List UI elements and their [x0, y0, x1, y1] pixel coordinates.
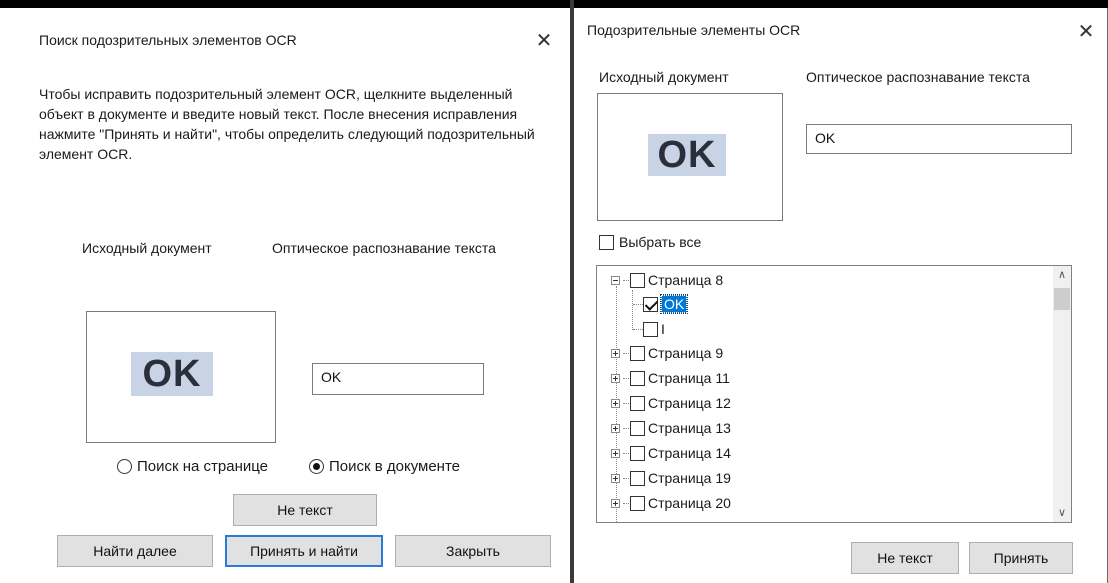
node-label: Страница 11	[648, 370, 730, 386]
tree-connector	[623, 452, 629, 454]
radio-search-page[interactable]: Поиск на странице	[117, 458, 268, 475]
expand-icon[interactable]	[611, 448, 620, 458]
tree-node-page-19[interactable]: Страница 19	[611, 466, 731, 490]
suspect-ocr-elements-dialog: Подозрительные элементы OCR ✕ Исходный д…	[574, 8, 1108, 583]
scroll-up-icon[interactable]: ∧	[1053, 266, 1071, 284]
tree-node-page-13[interactable]: Страница 13	[611, 416, 731, 440]
source-preview: OK	[86, 311, 276, 443]
tree-node-page-11[interactable]: Страница 11	[611, 366, 730, 390]
radio-page-indicator[interactable]	[117, 459, 132, 474]
node-checkbox[interactable]	[630, 420, 645, 436]
radio-document-label: Поиск в документе	[329, 458, 461, 475]
accept-button[interactable]: Принять	[969, 542, 1073, 574]
tree-connector	[623, 377, 629, 379]
close-icon[interactable]: ✕	[1076, 21, 1096, 41]
select-all-box[interactable]	[599, 234, 614, 250]
radio-page-label: Поиск на странице	[137, 458, 269, 475]
collapse-icon[interactable]	[611, 275, 620, 285]
source-image: OK	[648, 134, 726, 176]
node-label: Страница 8	[648, 272, 724, 288]
ocr-text-input[interactable]: OK	[806, 124, 1072, 154]
tree-node-page-8[interactable]: Страница 8	[611, 268, 723, 292]
node-checkbox[interactable]	[630, 370, 645, 386]
node-label: Страница 13	[648, 420, 731, 436]
node-checkbox[interactable]	[630, 395, 645, 411]
expand-icon[interactable]	[611, 398, 620, 408]
tree-connector	[623, 477, 629, 479]
tree-connector	[623, 502, 629, 504]
find-suspect-ocr-dialog: Поиск подозрительных элементов OCR ✕ Что…	[0, 8, 570, 583]
tree-connector	[633, 329, 643, 330]
tree-connector	[623, 352, 629, 354]
suspect-tree[interactable]: Страница 8 OK I Страница 9 Страница 11 С…	[596, 265, 1072, 523]
source-document-label: Исходный документ	[82, 240, 212, 256]
close-icon[interactable]: ✕	[534, 30, 554, 50]
not-text-button[interactable]: Не текст	[233, 494, 377, 526]
ocr-label: Оптическое распознавание текста	[806, 69, 1030, 85]
node-label: OK	[659, 294, 689, 314]
select-all-checkbox[interactable]: Выбрать все	[599, 234, 701, 250]
dialog-title: Подозрительные элементы OCR	[587, 22, 801, 38]
expand-icon[interactable]	[611, 498, 620, 508]
instructions-text: Чтобы исправить подозрительный элемент O…	[39, 86, 535, 162]
tree-connector	[623, 279, 629, 281]
node-checkbox[interactable]	[630, 445, 645, 461]
select-all-label: Выбрать все	[619, 234, 702, 250]
screen-top-edge	[0, 0, 1108, 8]
tree-node-page-9[interactable]: Страница 9	[611, 341, 723, 365]
tree-node-page-20[interactable]: Страница 20	[611, 491, 731, 515]
close-button[interactable]: Закрыть	[395, 535, 551, 567]
ocr-text-input[interactable]: OK	[312, 363, 484, 395]
expand-icon[interactable]	[611, 373, 620, 383]
node-checkbox[interactable]	[630, 272, 645, 288]
expand-icon[interactable]	[611, 473, 620, 483]
tree-content: Страница 8 OK I Страница 9 Страница 11 С…	[597, 266, 1053, 522]
node-checkbox[interactable]	[643, 296, 658, 312]
source-preview: OK	[597, 93, 783, 221]
node-checkbox[interactable]	[630, 495, 645, 511]
scroll-thumb[interactable]	[1054, 288, 1070, 310]
source-document-label: Исходный документ	[599, 69, 729, 85]
tree-connector	[623, 402, 629, 404]
tree-scrollbar[interactable]: ∧ ∨	[1053, 266, 1071, 522]
accept-and-find-button[interactable]: Принять и найти	[225, 535, 383, 567]
tree-node-i[interactable]: I	[643, 317, 665, 341]
radio-document-indicator[interactable]	[309, 459, 324, 474]
not-text-button[interactable]: Не текст	[851, 542, 959, 574]
expand-icon[interactable]	[611, 348, 620, 358]
node-label: Страница 12	[648, 395, 731, 411]
node-label: I	[661, 321, 665, 337]
node-label: Страница 14	[648, 445, 731, 461]
node-checkbox[interactable]	[630, 345, 645, 361]
tree-node-ok[interactable]: OK	[643, 292, 689, 316]
tree-connector	[623, 427, 629, 429]
node-label: Страница 19	[648, 470, 731, 486]
source-image: OK	[131, 352, 213, 396]
find-next-button[interactable]: Найти далее	[57, 535, 213, 567]
tree-connector	[632, 290, 633, 330]
ocr-label: Оптическое распознавание текста	[272, 240, 496, 256]
tree-node-page-14[interactable]: Страница 14	[611, 441, 731, 465]
scroll-down-icon[interactable]: ∨	[1053, 504, 1071, 522]
radio-search-document[interactable]: Поиск в документе	[309, 458, 460, 475]
dialog-title: Поиск подозрительных элементов OCR	[39, 32, 297, 48]
node-label: Страница 20	[648, 495, 731, 511]
node-checkbox[interactable]	[630, 470, 645, 486]
expand-icon[interactable]	[611, 423, 620, 433]
tree-node-page-12[interactable]: Страница 12	[611, 391, 731, 415]
node-label: Страница 9	[648, 345, 724, 361]
node-checkbox[interactable]	[643, 321, 658, 337]
tree-connector	[633, 304, 643, 305]
